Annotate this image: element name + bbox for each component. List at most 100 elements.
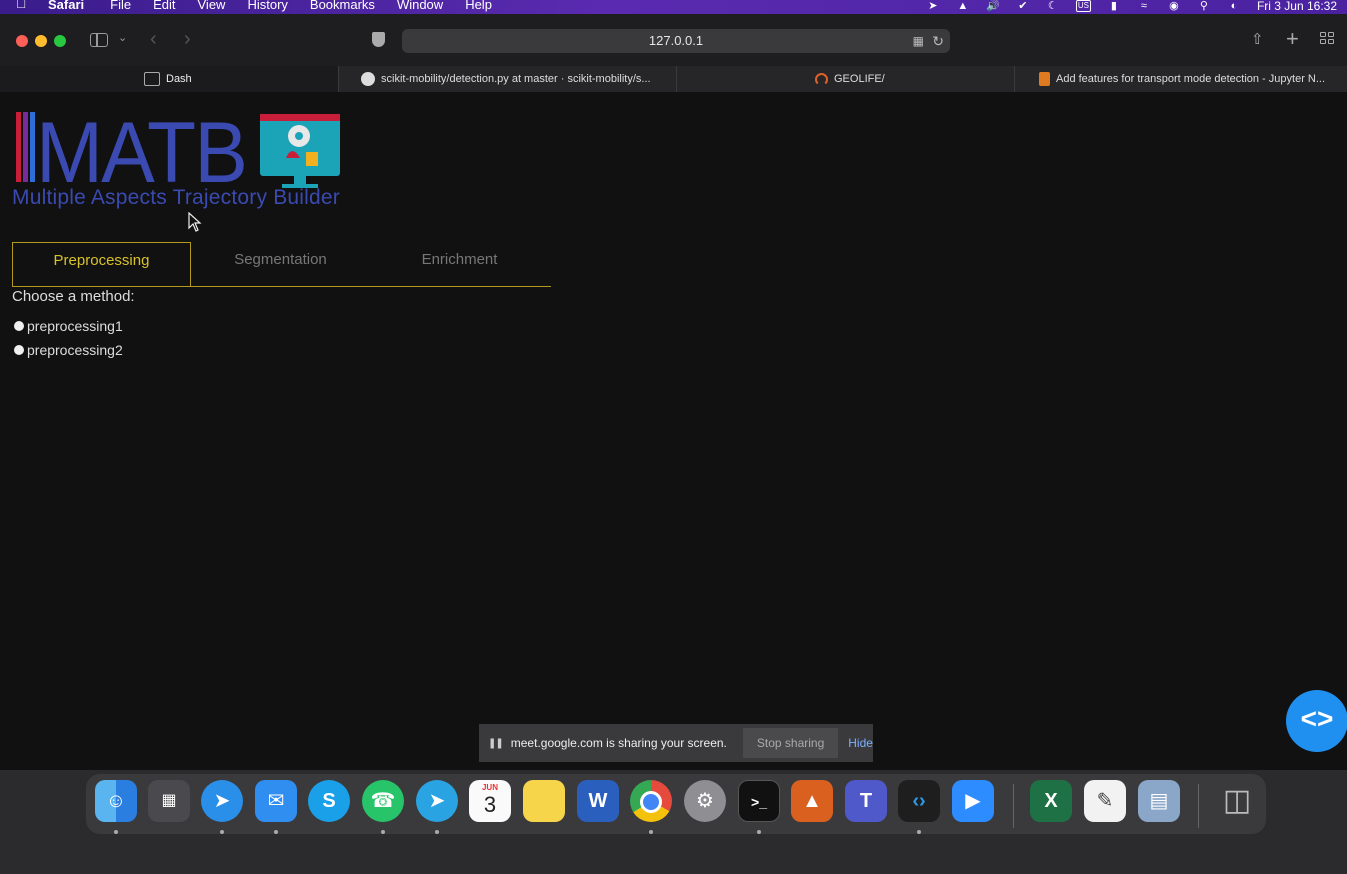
tab-overview-icon[interactable] bbox=[1320, 32, 1336, 46]
zoom-icon[interactable]: ▶ bbox=[952, 780, 994, 822]
tab-preprocessing[interactable]: Preprocessing bbox=[12, 242, 191, 286]
battery-icon[interactable]: ▮ bbox=[1107, 1, 1121, 12]
tab-label: Dash bbox=[166, 73, 192, 85]
forward-arrow-icon[interactable]: › bbox=[184, 28, 191, 51]
tab-bar: Dash scikit-mobility/detection.py at mas… bbox=[0, 66, 1347, 93]
menu-edit[interactable]: Edit bbox=[153, 0, 175, 11]
launchpad-icon[interactable]: ▦ bbox=[148, 780, 190, 822]
menu-view[interactable]: View bbox=[198, 0, 226, 11]
running-indicator bbox=[757, 830, 761, 834]
whatsapp-icon[interactable]: ☎ bbox=[362, 780, 404, 822]
user-icon[interactable]: ◉ bbox=[1167, 1, 1181, 12]
trash-icon[interactable]: ◫ bbox=[1216, 780, 1258, 822]
tab-geolife[interactable]: GEOLIFE/ bbox=[676, 66, 1014, 92]
calendar-icon[interactable]: JUN 3 bbox=[469, 780, 511, 822]
minimize-window-button[interactable] bbox=[35, 35, 47, 47]
telegram-status-icon[interactable]: ➤ bbox=[926, 1, 940, 12]
share-message: meet.google.com is sharing your screen. bbox=[510, 736, 727, 750]
tab-dash[interactable]: Dash bbox=[0, 66, 338, 92]
browser-toolbar: ⌄ ‹ › 127.0.0.1 ▦ ↻ ⇧ + bbox=[0, 14, 1347, 66]
radio-preprocessing2[interactable]: preprocessing2 bbox=[14, 342, 123, 358]
do-not-disturb-icon[interactable]: ☾ bbox=[1046, 1, 1060, 12]
close-window-button[interactable] bbox=[16, 35, 28, 47]
web-page: MATB Multiple Aspects Trajectory Builder… bbox=[0, 92, 1347, 770]
excel-icon[interactable]: X bbox=[1030, 780, 1072, 822]
radio-dot-icon[interactable] bbox=[14, 345, 24, 355]
menu-app-name[interactable]: Safari bbox=[48, 0, 84, 11]
share-icon[interactable]: ⇧ bbox=[1251, 30, 1264, 48]
system-preferences-icon[interactable]: ⚙ bbox=[684, 780, 726, 822]
menu-help[interactable]: Help bbox=[465, 0, 492, 11]
apple-menu-icon[interactable]:  bbox=[16, 0, 27, 10]
running-indicator bbox=[114, 830, 118, 834]
preview-icon[interactable]: ▤ bbox=[1138, 780, 1180, 822]
calendar-day: 3 bbox=[483, 792, 497, 817]
running-indicator bbox=[381, 830, 385, 834]
terminal-icon[interactable]: >_ bbox=[738, 780, 780, 822]
menu-bar:  Safari File Edit View History Bookmark… bbox=[0, 0, 1347, 14]
screen-share-banner: ❚❚ meet.google.com is sharing your scree… bbox=[479, 724, 873, 762]
pause-icon: ❚❚ bbox=[488, 737, 504, 749]
status-area: ➤ ▲ 🔊 ✔ ☾ US ▮ ≈ ◉ ⚲ ◐ Fri 3 Jun 16:32 bbox=[926, 0, 1337, 12]
sidebar-toggle-icon[interactable] bbox=[90, 33, 108, 47]
keyboard-layout-icon[interactable]: US bbox=[1075, 0, 1091, 12]
radio-label: preprocessing2 bbox=[27, 342, 123, 358]
jupyter-book-icon bbox=[1039, 72, 1050, 87]
github-icon bbox=[361, 72, 375, 87]
stop-sharing-button[interactable]: Stop sharing bbox=[742, 728, 839, 758]
radio-preprocessing1[interactable]: preprocessing1 bbox=[14, 318, 123, 334]
translate-icon[interactable]: ▦ bbox=[913, 29, 924, 53]
zoom-window-button[interactable] bbox=[54, 35, 66, 47]
chrome-icon[interactable] bbox=[630, 780, 672, 822]
clock[interactable]: Fri 3 Jun 16:32 bbox=[1257, 0, 1337, 12]
address-bar[interactable]: 127.0.0.1 ▦ ↻ bbox=[402, 29, 950, 53]
privacy-shield-icon[interactable] bbox=[372, 32, 385, 47]
matlab-icon[interactable]: ▲ bbox=[791, 780, 833, 822]
new-tab-icon[interactable]: + bbox=[1286, 26, 1299, 52]
safari-icon[interactable]: ➤ bbox=[201, 780, 243, 822]
skype-icon[interactable]: S bbox=[308, 780, 350, 822]
radio-label: preprocessing1 bbox=[27, 318, 123, 334]
tab-label: GEOLIFE/ bbox=[834, 73, 885, 85]
finder-icon[interactable]: ☺ bbox=[95, 780, 137, 822]
reload-icon[interactable]: ↻ bbox=[932, 29, 944, 53]
tab-github[interactable]: scikit-mobility/detection.py at master ·… bbox=[338, 66, 676, 92]
control-center-icon[interactable]: ◐ bbox=[1227, 1, 1241, 12]
loading-spinner-icon bbox=[815, 72, 828, 86]
radio-dot-icon[interactable] bbox=[14, 321, 24, 331]
running-indicator bbox=[435, 830, 439, 834]
vscode-icon[interactable]: ‹› bbox=[898, 780, 940, 822]
logo-caption: Multiple Aspects Trajectory Builder bbox=[12, 186, 340, 209]
running-indicator bbox=[274, 830, 278, 834]
menu-history[interactable]: History bbox=[247, 0, 287, 11]
teams-icon[interactable]: T bbox=[845, 780, 887, 822]
wifi-icon[interactable]: ≈ bbox=[1137, 1, 1151, 12]
menu-bookmarks[interactable]: Bookmarks bbox=[310, 0, 375, 11]
spotlight-search-icon[interactable]: ⚲ bbox=[1197, 1, 1211, 12]
menu-window[interactable]: Window bbox=[397, 0, 443, 11]
tab-jupyter[interactable]: Add features for transport mode detectio… bbox=[1014, 66, 1347, 92]
tab-enrichment[interactable]: Enrichment bbox=[370, 242, 549, 286]
volume-icon[interactable]: 🔊 bbox=[986, 1, 1000, 12]
dash-favicon-icon bbox=[144, 72, 160, 87]
tab-label: scikit-mobility/detection.py at master ·… bbox=[381, 73, 651, 85]
telegram-icon[interactable]: ➤ bbox=[416, 780, 458, 822]
hide-button[interactable]: Hide bbox=[848, 736, 873, 750]
tasks-check-icon[interactable]: ✔ bbox=[1016, 1, 1030, 12]
word-icon[interactable]: W bbox=[577, 780, 619, 822]
back-arrow-icon[interactable]: ‹ bbox=[150, 28, 157, 51]
dock-separator bbox=[1013, 784, 1014, 828]
mail-icon[interactable]: ✉ bbox=[255, 780, 297, 822]
menu-file[interactable]: File bbox=[110, 0, 131, 11]
method-tabs: Preprocessing Segmentation Enrichment bbox=[12, 242, 551, 287]
tab-segmentation[interactable]: Segmentation bbox=[191, 242, 370, 286]
running-indicator bbox=[917, 830, 921, 834]
running-indicator bbox=[649, 830, 653, 834]
notes-icon[interactable] bbox=[523, 780, 565, 822]
chevron-down-icon[interactable]: ⌄ bbox=[118, 31, 127, 44]
code-toggle-icon[interactable]: <> bbox=[1286, 690, 1347, 752]
drive-status-icon[interactable]: ▲ bbox=[956, 1, 970, 12]
textedit-icon[interactable]: ✎ bbox=[1084, 780, 1126, 822]
menu-items: Safari File Edit View History Bookmarks … bbox=[48, 0, 514, 11]
tab-label: Add features for transport mode detectio… bbox=[1056, 73, 1326, 85]
